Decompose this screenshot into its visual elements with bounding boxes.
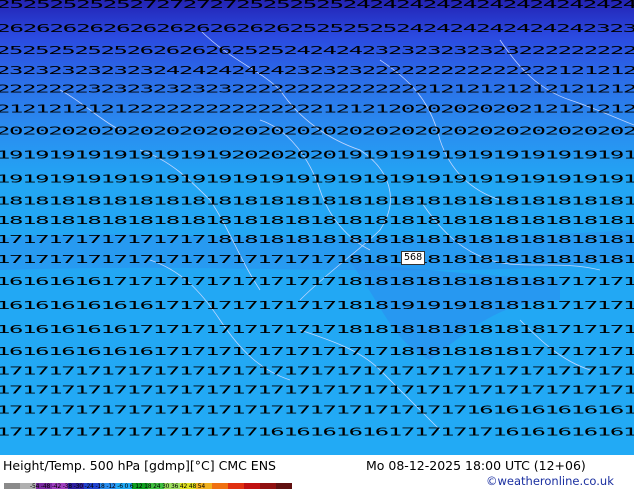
contour-label-row: 1616161616161717171717171718181919191818…	[0, 300, 634, 312]
contour-label-row: 1616161617171717171717171718181818181818…	[0, 276, 634, 288]
contour-label-row: 1717171717171717171717171717171717171717…	[0, 385, 634, 397]
colorbar-segment	[4, 483, 20, 489]
contour-label-row: 1919191919191919191919191919191919191919…	[0, 173, 634, 185]
contour-label-row: 2525252525272727272525252524242424242424…	[0, 0, 634, 11]
map-canvas: 2525252525272727272525252524242424242424…	[0, 0, 634, 455]
contour-label-row: 1717171717171717171717171717171717171717…	[0, 366, 634, 378]
weather-map: 2525252525272727272525252524242424242424…	[0, 0, 634, 455]
contour-label-row: 1818181818181818181818181818181818181818…	[0, 195, 634, 207]
contour-label-row: 2323232323232424242424232323222222222222…	[0, 65, 634, 77]
isoline-568-label: 568	[401, 251, 426, 265]
map-title: Height/Temp. 500 hPa [gdmp][°C] CMC ENS	[3, 458, 276, 473]
contour-label-row: 2222222323232323232222222222222221212121…	[0, 84, 634, 96]
colorbar-segment	[212, 483, 228, 489]
map-datetime: Mo 08-12-2025 18:00 UTC (12+06)	[366, 458, 586, 473]
contour-label-row: 2020202020202020202020202020202020202020…	[0, 126, 634, 138]
contour-label-row: 1616161616171717171717171718181818181818…	[0, 324, 634, 336]
contour-label-row: 1717171717171717171717171718181818181818…	[0, 254, 634, 266]
contour-label-row: 2626262626262626262626252525252424242424…	[0, 23, 634, 35]
contour-label-row: 1717171717171717181818181818181818181818…	[0, 234, 634, 246]
contour-label-row: 2525252525262626262525242424232323232323…	[0, 45, 634, 57]
contour-label-row: 1919191919191919192020202019191919191919…	[0, 150, 634, 162]
contour-label-row: 1717171717171717171716161616161717171716…	[0, 427, 634, 439]
colorbar-ticks: -54 -48 -42 -38 -30 -24 -18 -12 -6 0 6 1…	[30, 483, 206, 490]
credit-link[interactable]: ©weatheronline.co.uk	[486, 474, 614, 488]
contour-label-row: 1717171717171717171717171717171717171616…	[0, 405, 634, 417]
colorbar-segment	[276, 483, 292, 489]
colorbar-segment	[244, 483, 260, 489]
contour-label-row: 2121212121222222222222222121212020202020…	[0, 104, 634, 116]
contour-label-row: 1818181818181818181818181818181818181818…	[0, 215, 634, 227]
colorbar-segment	[260, 483, 276, 489]
contour-label-row: 1616161616161717171717171717171818181818…	[0, 346, 634, 358]
colorbar-segment	[228, 483, 244, 489]
contour-labels: 2525252525272727272525252524242424242424…	[0, 0, 634, 439]
